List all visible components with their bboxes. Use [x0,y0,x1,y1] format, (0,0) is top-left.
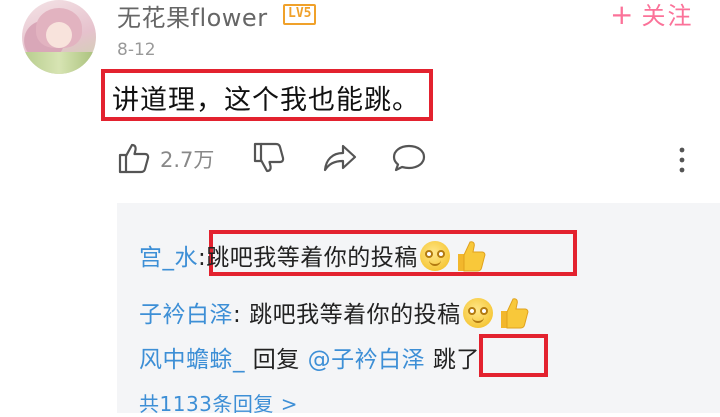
reply-icon[interactable] [391,143,427,173]
level-badge: LV5 [283,4,317,25]
comment-date: 8-12 [117,40,156,60]
reply-username[interactable]: 风中蟾蜍_ [139,347,245,373]
avatar-face [46,22,72,48]
highlight-box-reply-3 [479,334,548,377]
avatar[interactable] [22,0,96,74]
reply-username[interactable]: 宫_水 [139,245,198,271]
reply-keyword: 回复 [245,347,308,373]
like-icon[interactable] [117,142,151,174]
comment-text: 讲道理，这个我也能跳。 [112,85,420,116]
reply-item[interactable]: 子衿白泽: 跳吧我等着你的投稿 [139,295,529,330]
view-all-replies-link[interactable]: 共1133条回复 > [139,388,298,417]
reply-text: 跳了 [425,347,480,373]
follow-button[interactable]: + 关注 [610,0,693,31]
smile-emoji-icon [462,298,493,328]
share-icon[interactable] [322,143,358,173]
reply-username[interactable]: 子衿白泽 [139,302,233,328]
reply-separator: : [198,245,207,271]
comment-username[interactable]: 无花果flower [117,0,268,33]
thumbs-up-emoji-icon [500,298,528,329]
like-count: 2.7万 [160,148,215,172]
follow-label: 关注 [641,2,694,30]
reply-text: 跳吧我等着你的投稿 [249,302,461,328]
dislike-icon[interactable] [252,142,286,174]
reply-item[interactable]: 风中蟾蜍_ 回复 @子衿白泽 跳了 [139,340,480,374]
plus-icon: + [610,0,636,31]
avatar-leaves [22,52,96,74]
more-options-icon[interactable] [677,146,687,174]
reply-text: 跳吧我等着你的投稿 [206,245,418,271]
smile-emoji-icon [419,241,450,271]
thumbs-up-emoji-icon [457,241,486,272]
reply-mention[interactable]: @子衿白泽 [308,347,426,373]
reply-item[interactable]: 宫_水:跳吧我等着你的投稿 [139,238,486,273]
reply-separator: : [233,302,250,328]
